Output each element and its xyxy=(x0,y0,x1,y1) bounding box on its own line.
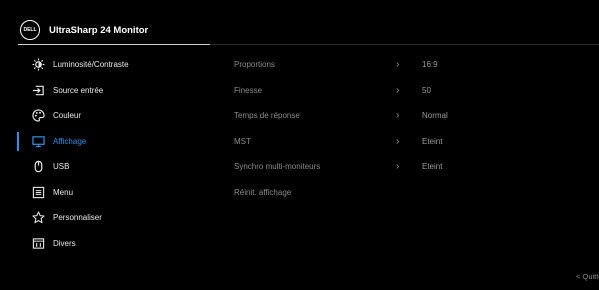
chevron-right-icon: › xyxy=(396,110,400,122)
display-submenu: Proportions › 16:9 Finesse › 50 Temps de… xyxy=(234,52,599,205)
menu-item-usb[interactable]: USB xyxy=(0,154,210,180)
submenu-value: Eteint xyxy=(422,162,443,172)
main-menu: Luminosité/Contraste Source entrée Coule… xyxy=(0,52,210,256)
submenu-item-sharpness[interactable]: Finesse › 50 xyxy=(234,78,599,104)
menu-item-input-source[interactable]: Source entrée xyxy=(0,78,210,104)
submenu-label: Temps de réponse xyxy=(234,111,300,121)
usb-icon xyxy=(31,160,45,174)
brightness-icon xyxy=(31,58,45,72)
submenu-label: Réinit. affichage xyxy=(234,187,292,197)
chevron-right-icon: › xyxy=(396,161,400,173)
dell-logo: DELL xyxy=(20,20,40,40)
menu-item-label: Affichage xyxy=(53,136,87,146)
submenu-item-reset-display[interactable]: Réinit. affichage xyxy=(234,180,599,206)
submenu-item-response-time[interactable]: Temps de réponse › Normal xyxy=(234,103,599,129)
menu-item-label: Divers xyxy=(53,238,76,248)
osd-header: DELL UltraSharp 24 Monitor xyxy=(20,18,148,42)
menu-item-label: USB xyxy=(53,162,70,172)
input-source-icon xyxy=(31,83,45,97)
menu-item-label: Personnaliser xyxy=(53,213,102,223)
header-divider xyxy=(18,44,210,45)
display-icon xyxy=(31,134,45,148)
menu-item-label: Couleur xyxy=(53,111,82,121)
star-icon xyxy=(31,211,45,225)
menu-item-menu[interactable]: Menu xyxy=(0,180,210,206)
info-icon xyxy=(31,236,45,250)
menu-item-others[interactable]: Divers xyxy=(0,231,210,257)
header-divider-dim xyxy=(210,44,599,45)
submenu-label: MST xyxy=(234,136,251,146)
quit-button[interactable]: < Quitter xyxy=(576,272,599,281)
chevron-right-icon: › xyxy=(396,59,400,71)
chevron-right-icon: › xyxy=(396,135,400,147)
menu-icon xyxy=(31,185,45,199)
submenu-value: Normal xyxy=(422,111,448,121)
color-palette-icon xyxy=(31,109,45,123)
submenu-value: Eteint xyxy=(422,136,443,146)
submenu-item-mst[interactable]: MST › Eteint xyxy=(234,129,599,155)
submenu-label: Finesse xyxy=(234,85,263,95)
menu-item-personalize[interactable]: Personnaliser xyxy=(0,205,210,231)
menu-item-display[interactable]: Affichage xyxy=(0,129,210,155)
menu-item-brightness-contrast[interactable]: Luminosité/Contraste xyxy=(0,52,210,78)
submenu-item-multi-monitor-sync[interactable]: Synchro multi-moniteurs › Eteint xyxy=(234,154,599,180)
menu-item-label: Luminosité/Contraste xyxy=(53,60,129,70)
menu-item-label: Source entrée xyxy=(53,85,104,95)
submenu-label: Synchro multi-moniteurs xyxy=(234,162,321,172)
menu-item-color[interactable]: Couleur xyxy=(0,103,210,129)
submenu-item-aspect-ratio[interactable]: Proportions › 16:9 xyxy=(234,52,599,78)
submenu-value: 50 xyxy=(422,85,431,95)
chevron-right-icon: › xyxy=(396,84,400,96)
menu-item-label: Menu xyxy=(53,187,74,197)
monitor-title: UltraSharp 24 Monitor xyxy=(49,24,149,36)
submenu-value: 16:9 xyxy=(422,60,438,70)
submenu-label: Proportions xyxy=(234,60,275,70)
